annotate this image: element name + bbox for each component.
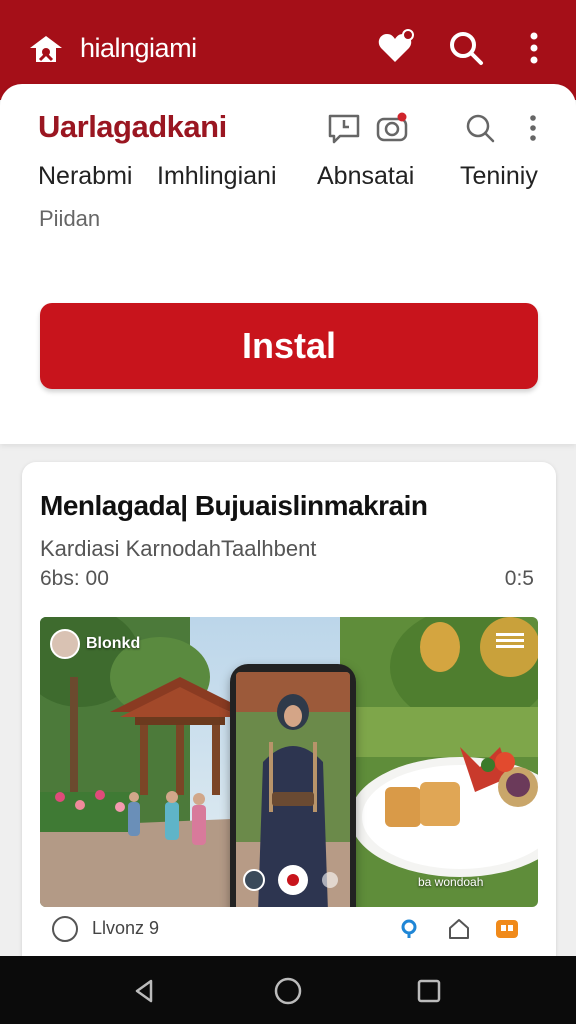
media-source-label: Blonkd	[86, 635, 141, 652]
search-icon[interactable]	[460, 106, 500, 150]
tab-item[interactable]: Nerabmi	[38, 162, 132, 191]
home-circle-icon[interactable]	[271, 974, 305, 1008]
recent-apps-icon[interactable]	[412, 974, 446, 1008]
overlay-caption: ba wondoah	[418, 875, 484, 889]
bookmark-icon[interactable]	[492, 914, 522, 944]
app-detail-sheet: Uarlagadkani Nerabmi Imhlingiani Abnsata…	[0, 84, 576, 444]
category-tabs: Nerabmi Imhlingiani Abnsatai Teniniy	[0, 162, 576, 198]
sub-label[interactable]: Piidan	[39, 206, 100, 232]
media-menu-icon[interactable]	[496, 633, 524, 649]
timer-icon[interactable]	[52, 916, 78, 942]
back-icon[interactable]	[128, 974, 162, 1008]
tab-item[interactable]: Imhlingiani	[157, 162, 277, 191]
location-pin-icon[interactable]	[394, 914, 424, 944]
chat-clock-icon[interactable]	[324, 106, 364, 150]
system-navigation-bar	[0, 956, 576, 1024]
card-title: Menlagada| Bujuaislinmakrain	[40, 490, 428, 521]
card-meta: 6bs: 00	[40, 567, 109, 590]
phone-mockup	[230, 664, 356, 907]
media-source-badge[interactable]: Blonkd	[50, 629, 140, 659]
home-icon[interactable]	[444, 914, 474, 944]
action-label: Llvonz 9	[92, 918, 160, 938]
search-icon[interactable]	[446, 28, 486, 68]
card-subtitle: Kardiasi KarnodahTaalhbent	[40, 536, 317, 561]
avatar	[50, 629, 80, 659]
feature-card[interactable]: Menlagada| Bujuaislinmakrain Kardiasi Ka…	[22, 462, 556, 982]
camera-icon[interactable]	[372, 106, 412, 150]
phone-screen	[236, 672, 350, 907]
more-options-icon[interactable]	[513, 106, 553, 150]
overflow-menu-icon[interactable]	[514, 28, 554, 68]
heart-notification-icon[interactable]	[375, 28, 415, 68]
card-media-image[interactable]: Blonkd ba wondoah	[40, 617, 538, 907]
app-name: hialngiami	[80, 33, 197, 63]
app-logo-icon[interactable]	[26, 30, 66, 70]
install-button[interactable]: Instal	[40, 303, 538, 389]
tab-item[interactable]: Teniniy	[460, 162, 538, 191]
card-actions: Llvonz 9	[22, 910, 556, 960]
sheet-title: Uarlagadkani	[38, 109, 227, 144]
card-time: 0:5	[504, 567, 534, 590]
tab-item[interactable]: Abnsatai	[317, 162, 414, 191]
